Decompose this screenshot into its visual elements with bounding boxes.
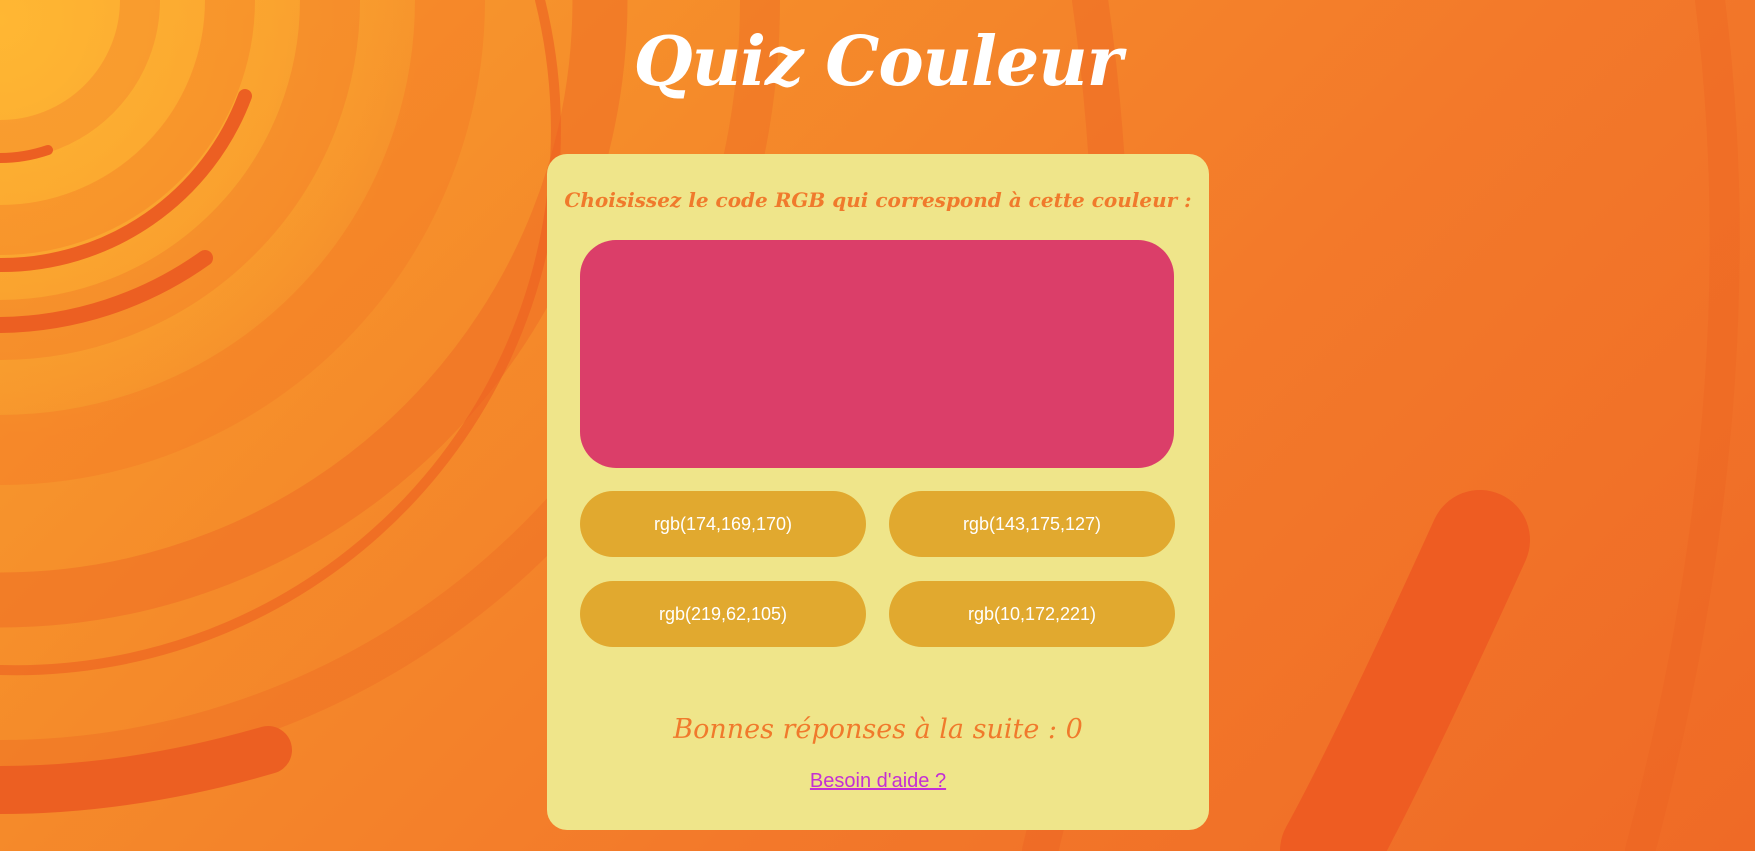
answer-option-2[interactable]: rgb(143,175,127) <box>889 491 1175 557</box>
help-link[interactable]: Besoin d'aide ? <box>810 770 946 792</box>
quiz-card: Choisissez le code RGB qui correspond à … <box>547 154 1209 830</box>
color-swatch <box>580 240 1174 468</box>
answer-option-1[interactable]: rgb(174,169,170) <box>580 491 866 557</box>
help-container: Besoin d'aide ? <box>547 770 1209 793</box>
answer-option-4[interactable]: rgb(10,172,221) <box>889 581 1175 647</box>
answer-option-3[interactable]: rgb(219,62,105) <box>580 581 866 647</box>
question-prompt: Choisissez le code RGB qui correspond à … <box>564 188 1192 212</box>
streak-counter: Bonnes réponses à la suite : 0 <box>673 714 1083 745</box>
page-title: Quiz Couleur <box>633 22 1122 102</box>
